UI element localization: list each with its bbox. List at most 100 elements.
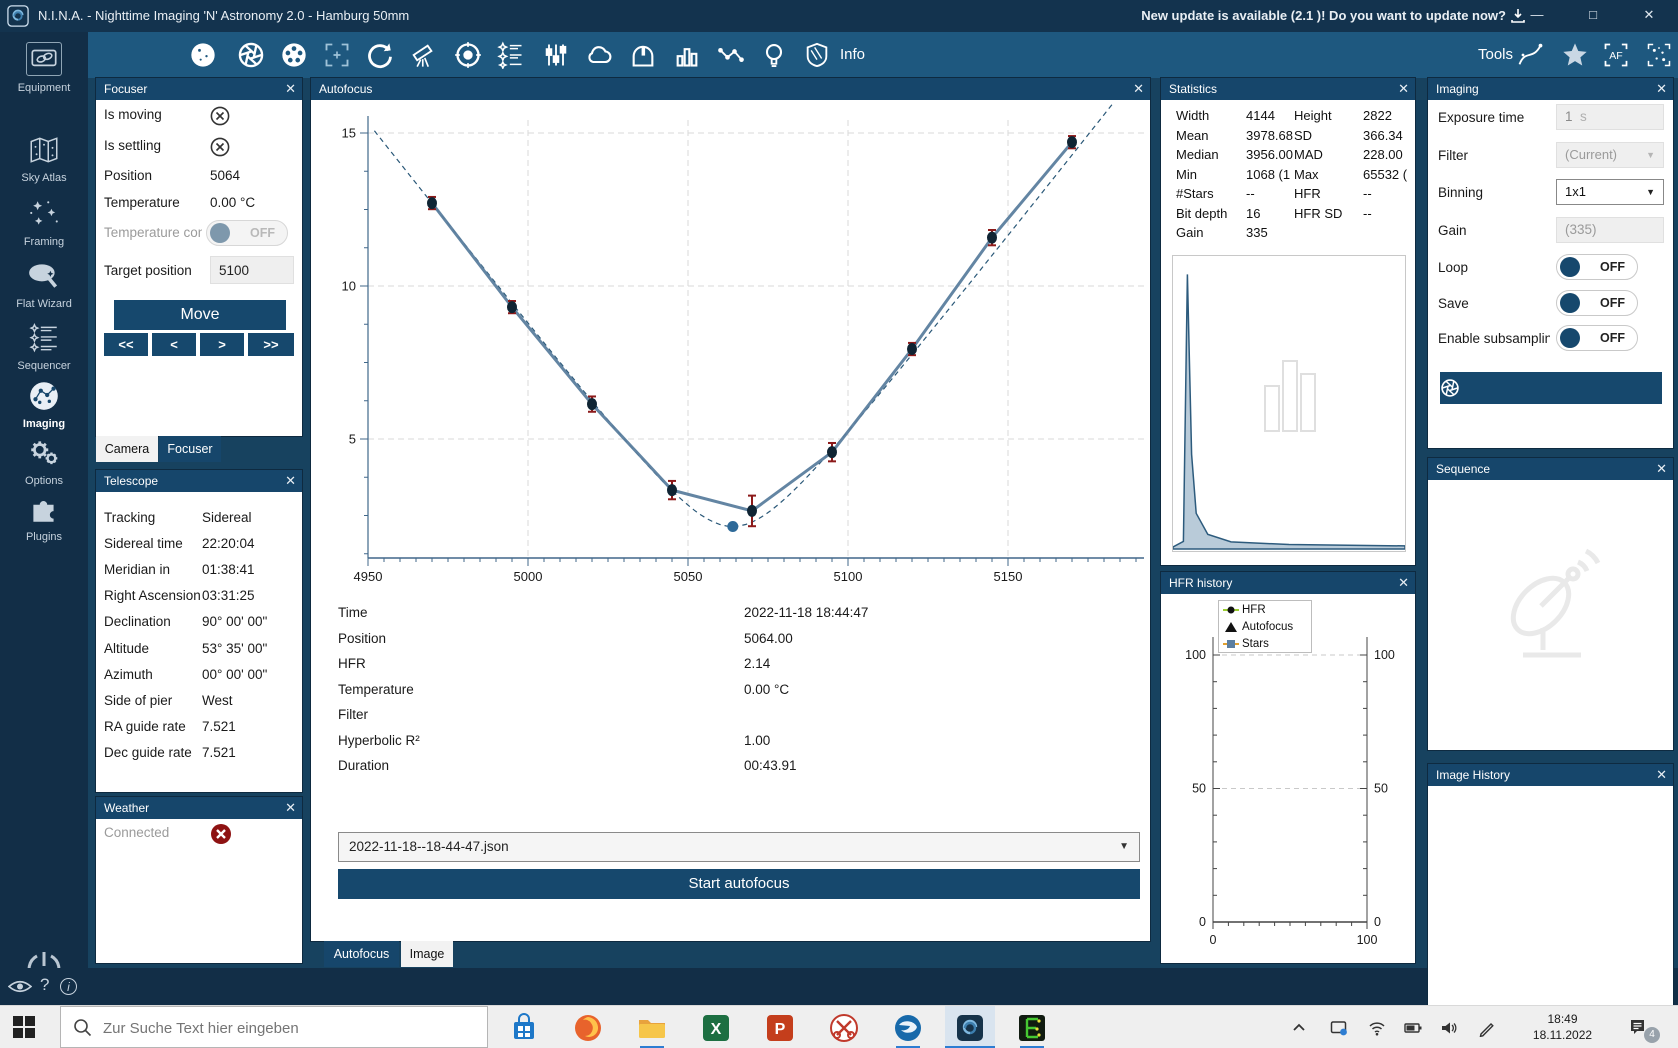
target-position-input[interactable] [210,256,294,284]
rotator-icon[interactable] [366,41,394,69]
frame-crosshair-icon[interactable] [323,41,351,69]
statistics-row: Gain335 [1176,223,1413,243]
svg-text:10: 10 [342,279,356,294]
taskbar-search[interactable] [60,1006,488,1048]
minimize-button[interactable]: — [1514,0,1560,32]
tab-autofocus[interactable]: Autofocus [324,941,399,967]
sidebar-item-sequencer[interactable]: Sequencer [0,320,88,378]
info-label[interactable]: Info [840,32,865,78]
excel-icon[interactable]: X [701,1013,731,1043]
enable-subsample-toggle[interactable]: OFF [1556,325,1638,351]
help-icon[interactable]: ? [40,975,49,995]
exposure-time-input[interactable]: 1 s [1556,104,1664,130]
save-toggle[interactable]: OFF [1556,290,1638,316]
guider-target-icon[interactable] [454,41,482,69]
tools-label[interactable]: Tools [1478,32,1513,78]
sidebar-item-flat-wizard[interactable]: Flat Wizard [0,258,88,316]
sequence-close-icon[interactable]: ✕ [1656,458,1667,480]
manual-focus-stars-icon[interactable] [1645,41,1673,69]
statistics-panel-title: Statistics [1169,82,1217,96]
camera-panel-icon[interactable] [189,41,217,69]
polar-alignment-curve-icon[interactable] [1516,41,1544,69]
temperature-label: Temperature [104,195,180,210]
start-autofocus-button[interactable]: Start autofocus [338,869,1140,899]
telescope-close-icon[interactable]: ✕ [285,470,296,492]
switch-sliders-icon[interactable] [542,41,570,69]
aperture-shutter-icon[interactable] [237,41,265,69]
tray-date: 18.11.2022 [1533,1028,1592,1042]
weather-disconnected-icon [210,823,232,845]
step-back-button[interactable]: < [152,333,196,356]
close-button[interactable]: ✕ [1626,0,1672,32]
sequence-stars-icon[interactable] [497,41,525,69]
statistics-rows: Width4144Height2822Mean3978.68SD366.34Me… [1176,106,1413,243]
move-button[interactable]: Move [114,300,286,330]
title-bar: N.I.N.A. - Nighttime Imaging 'N' Astrono… [0,0,1678,32]
autofocus-file-selected: 2022-11-18--18-44-47.json [349,839,509,854]
binning-select[interactable]: 1x1▼ [1556,179,1664,205]
update-notice[interactable]: New update is available (2.1 )! Do you w… [1141,0,1506,32]
step-forward-fast-button[interactable]: >> [248,333,294,356]
autofocus-file-dropdown[interactable]: 2022-11-18--18-44-47.json ▼ [338,832,1140,862]
autofocus-af-icon[interactable]: AF [1602,41,1630,69]
statistics-row: Width4144Height2822 [1176,106,1413,126]
snipping-tool-icon[interactable] [829,1013,859,1043]
firefox-icon[interactable] [573,1013,603,1043]
tab-focuser[interactable]: Focuser [159,436,221,462]
focuser-close-icon[interactable]: ✕ [285,78,296,100]
filter-select[interactable]: (Current)▼ [1556,142,1664,168]
safety-shield-icon[interactable] [803,41,831,69]
maximize-button[interactable]: □ [1570,0,1616,32]
autofocus-close-icon[interactable]: ✕ [1133,78,1144,100]
sidebar-item-equipment[interactable]: Equipment [0,40,88,98]
tray-wifi-icon[interactable] [1368,1019,1386,1037]
tray-battery-icon[interactable] [1404,1019,1422,1037]
tray-volume-icon[interactable] [1440,1019,1458,1037]
flat-panel-bulb-icon[interactable] [760,41,788,69]
powerpoint-icon[interactable]: P [765,1013,795,1043]
temperature-value: 0.00 °C [210,195,255,210]
start-button-icon[interactable] [12,1015,36,1039]
sequence-panel: Sequence✕ [1428,458,1673,750]
hfr-history-close-icon[interactable]: ✕ [1398,572,1409,594]
microsoft-store-icon[interactable] [509,1013,539,1043]
tab-image[interactable]: Image [401,941,453,967]
hfr-history-panel: HFR history✕ 0050501001000100 HFR Autofo… [1161,572,1415,963]
step-back-fast-button[interactable]: << [104,333,148,356]
temp-comp-toggle[interactable]: OFF [206,220,288,246]
tray-pen-icon[interactable] [1478,1019,1496,1037]
autofocus-chart: 4950500050505100515051015 [311,100,1150,600]
tray-display-icon[interactable] [1330,1019,1348,1037]
tab-camera[interactable]: Camera [96,436,158,462]
weather-cloud-icon[interactable] [585,41,613,69]
phd2-guiding-icon[interactable] [1017,1013,1047,1043]
tray-chevron-up-icon[interactable] [1290,1019,1308,1037]
dome-icon[interactable] [629,41,657,69]
image-history-close-icon[interactable]: ✕ [1656,764,1667,786]
imaging-close-icon[interactable]: ✕ [1656,78,1667,100]
imaging-panel: Imaging✕ Exposure time 1 s Filter (Curre… [1428,78,1673,448]
gain-input[interactable]: (335) [1556,217,1664,243]
histogram-panel-icon[interactable] [673,41,701,69]
telescope-icon[interactable] [409,41,437,69]
step-forward-button[interactable]: > [200,333,244,356]
eye-icon[interactable] [8,979,32,994]
loop-toggle[interactable]: OFF [1556,254,1638,280]
capture-button[interactable] [1440,372,1662,404]
sidebar-item-plugins[interactable]: Plugins [0,491,88,549]
sidebar-item-imaging[interactable]: Imaging [0,378,88,436]
tray-clock[interactable]: 18:49 18.11.2022 [1515,1011,1610,1043]
nina-taskbar-icon[interactable] [955,1013,985,1043]
statistics-close-icon[interactable]: ✕ [1398,78,1409,100]
thunderbird-icon[interactable] [893,1013,923,1043]
star-detection-icon[interactable] [1561,41,1589,69]
sidebar-item-options[interactable]: Options [0,435,88,493]
file-explorer-icon[interactable] [637,1013,667,1043]
filter-wheel-icon[interactable] [280,41,308,69]
search-input[interactable] [101,1007,475,1048]
weather-close-icon[interactable]: ✕ [285,797,296,819]
sidebar-item-framing[interactable]: Framing [0,196,88,254]
guide-graph-icon[interactable] [717,41,745,69]
info-circle-icon[interactable]: i [60,978,77,995]
sidebar-item-sky-atlas[interactable]: Sky Atlas [0,132,88,190]
